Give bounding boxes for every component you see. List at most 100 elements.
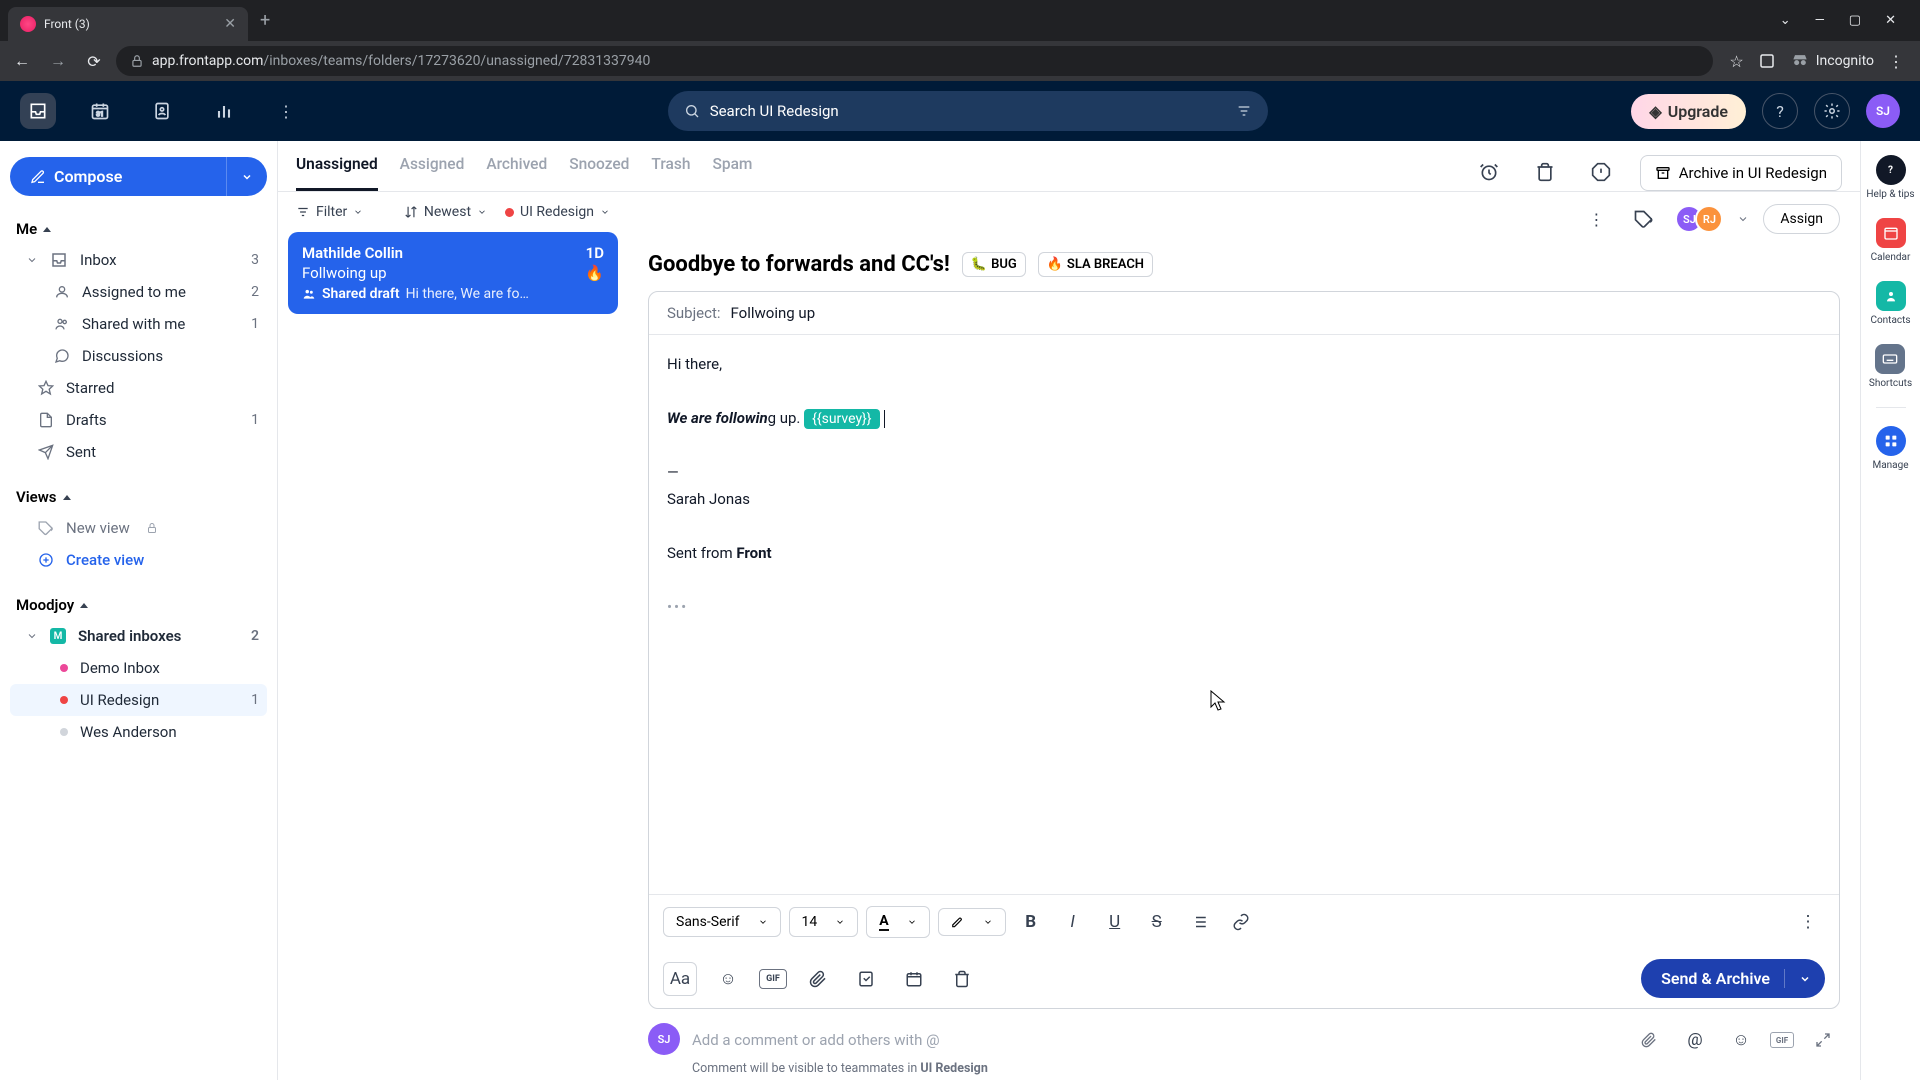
nav-assigned-to-me[interactable]: Assigned to me2: [10, 276, 267, 308]
reload-button[interactable]: ⟳: [80, 47, 108, 75]
text-color-select[interactable]: A: [866, 906, 929, 938]
tab-assigned[interactable]: Assigned: [400, 155, 465, 191]
rail-shortcuts[interactable]: Shortcuts: [1869, 344, 1912, 389]
comment-expand-icon[interactable]: [1806, 1023, 1840, 1057]
rail-calendar[interactable]: Calendar: [1871, 218, 1911, 263]
nav-drafts[interactable]: Drafts1: [10, 404, 267, 436]
comment-input[interactable]: Add a comment or add others with @: [692, 1031, 1620, 1049]
comment-attach-icon[interactable]: [1632, 1023, 1666, 1057]
subject-field[interactable]: Subject:: [649, 292, 1839, 335]
extensions-icon[interactable]: [1758, 52, 1776, 70]
rail-manage[interactable]: Manage: [1872, 426, 1908, 471]
tag-sla-breach[interactable]: 🔥SLA BREACH: [1038, 252, 1153, 277]
upgrade-button[interactable]: ◈ Upgrade: [1631, 94, 1746, 129]
back-button[interactable]: ←: [8, 47, 36, 75]
nav-create-view[interactable]: Create view: [10, 544, 267, 576]
sort-button[interactable]: Newest: [404, 204, 487, 220]
nav-new-view[interactable]: New view: [10, 512, 267, 544]
italic-button[interactable]: I: [1056, 905, 1090, 939]
me-section-header[interactable]: Me: [10, 214, 267, 244]
send-archive-button[interactable]: Send & Archive: [1641, 959, 1825, 998]
emoji-button[interactable]: ☺: [711, 962, 745, 996]
strikethrough-button[interactable]: S: [1140, 905, 1174, 939]
analytics-nav-icon[interactable]: [206, 93, 242, 129]
archive-in-button[interactable]: Archive in UI Redesign: [1640, 155, 1842, 191]
more-icon[interactable]: ⋮: [1579, 202, 1613, 236]
participant-avatars[interactable]: SJ RJ: [1675, 205, 1723, 233]
nav-shared-inboxes[interactable]: M Shared inboxes 2: [10, 620, 267, 652]
compose-button[interactable]: Compose: [10, 157, 226, 196]
rail-contacts[interactable]: Contacts: [1870, 281, 1910, 326]
template-variable[interactable]: {{survey}}: [804, 409, 879, 429]
more-nav-icon[interactable]: ⋮: [268, 93, 304, 129]
composer-body[interactable]: Hi there, We are following up. {{survey}…: [649, 335, 1839, 894]
nav-ui-redesign[interactable]: UI Redesign 1: [10, 684, 267, 716]
toggle-format-button[interactable]: Aa: [663, 962, 697, 996]
nav-wes-anderson[interactable]: Wes Anderson: [10, 716, 267, 748]
attach-button[interactable]: [801, 962, 835, 996]
comment-gif-icon[interactable]: GIF: [1770, 1032, 1794, 1048]
snooze-icon[interactable]: [1472, 155, 1506, 189]
tab-overflow-icon[interactable]: ⌄: [1780, 13, 1791, 28]
workspace-section-header[interactable]: Moodjoy: [10, 590, 267, 620]
forward-button[interactable]: →: [44, 47, 72, 75]
nav-shared-with-me[interactable]: Shared with me1: [10, 308, 267, 340]
nav-demo-inbox[interactable]: Demo Inbox: [10, 652, 267, 684]
tab-archived[interactable]: Archived: [486, 155, 547, 191]
close-tab-icon[interactable]: ✕: [224, 16, 236, 32]
list-button[interactable]: [1182, 905, 1216, 939]
font-size-select[interactable]: 14: [789, 907, 859, 937]
trash-icon[interactable]: [1528, 155, 1562, 189]
filter-icon[interactable]: [1236, 103, 1252, 119]
send-split-button[interactable]: [1784, 969, 1825, 988]
nav-discussions[interactable]: Discussions: [10, 340, 267, 372]
inbox-nav-icon[interactable]: [20, 93, 56, 129]
settings-button[interactable]: [1814, 93, 1850, 129]
link-button[interactable]: [1224, 905, 1258, 939]
discard-button[interactable]: [945, 962, 979, 996]
user-avatar[interactable]: SJ: [1866, 94, 1900, 128]
tag-icon[interactable]: [1627, 202, 1661, 236]
more-format-icon[interactable]: ⋮: [1791, 905, 1825, 939]
comment-mention-icon[interactable]: @: [1678, 1023, 1712, 1057]
comment-emoji-icon[interactable]: ☺: [1724, 1023, 1758, 1057]
subject-input[interactable]: [731, 304, 1821, 322]
contacts-nav-icon[interactable]: [144, 93, 180, 129]
tab-trash[interactable]: Trash: [651, 155, 690, 191]
highlight-select[interactable]: [938, 908, 1006, 936]
inbox-filter-chip[interactable]: UI Redesign: [505, 204, 610, 220]
font-family-select[interactable]: Sans-Serif: [663, 907, 781, 937]
search-input[interactable]: [710, 102, 1226, 120]
tag-bug[interactable]: 🐛BUG: [962, 252, 1026, 277]
spam-icon[interactable]: [1584, 155, 1618, 189]
chevron-down-icon[interactable]: [1737, 213, 1749, 225]
filter-button[interactable]: Filter: [296, 204, 363, 220]
gif-button[interactable]: GIF: [759, 969, 787, 989]
underline-button[interactable]: U: [1098, 905, 1132, 939]
nav-sent[interactable]: Sent: [10, 436, 267, 468]
browser-tab[interactable]: Front (3) ✕: [8, 7, 248, 41]
rail-help[interactable]: ?Help & tips: [1866, 155, 1914, 200]
address-bar[interactable]: app.frontapp.com/inboxes/teams/folders/1…: [116, 46, 1713, 76]
search-box[interactable]: [668, 91, 1268, 131]
star-icon[interactable]: ☆: [1729, 52, 1743, 71]
new-tab-button[interactable]: +: [248, 10, 282, 31]
views-section-header[interactable]: Views: [10, 482, 267, 512]
minimize-icon[interactable]: ―: [1815, 13, 1825, 28]
bold-button[interactable]: B: [1014, 905, 1048, 939]
calendar-nav-icon[interactable]: 31: [82, 93, 118, 129]
tab-spam[interactable]: Spam: [712, 155, 752, 191]
template-button[interactable]: [849, 962, 883, 996]
maximize-icon[interactable]: ▢: [1849, 13, 1861, 28]
show-more-icon[interactable]: •••: [667, 594, 1821, 621]
compose-split-button[interactable]: [226, 157, 267, 196]
tab-snoozed[interactable]: Snoozed: [569, 155, 629, 191]
close-window-icon[interactable]: ✕: [1885, 13, 1896, 28]
nav-starred[interactable]: Starred: [10, 372, 267, 404]
nav-inbox[interactable]: Inbox 3: [10, 244, 267, 276]
conversation-card[interactable]: Mathilde Collin 1D Follwoing up 🔥 Shared…: [288, 232, 618, 314]
tab-unassigned[interactable]: Unassigned: [296, 155, 378, 191]
browser-menu-icon[interactable]: ⋮: [1888, 52, 1904, 71]
help-button[interactable]: ?: [1762, 93, 1798, 129]
assign-button[interactable]: Assign: [1763, 204, 1840, 234]
